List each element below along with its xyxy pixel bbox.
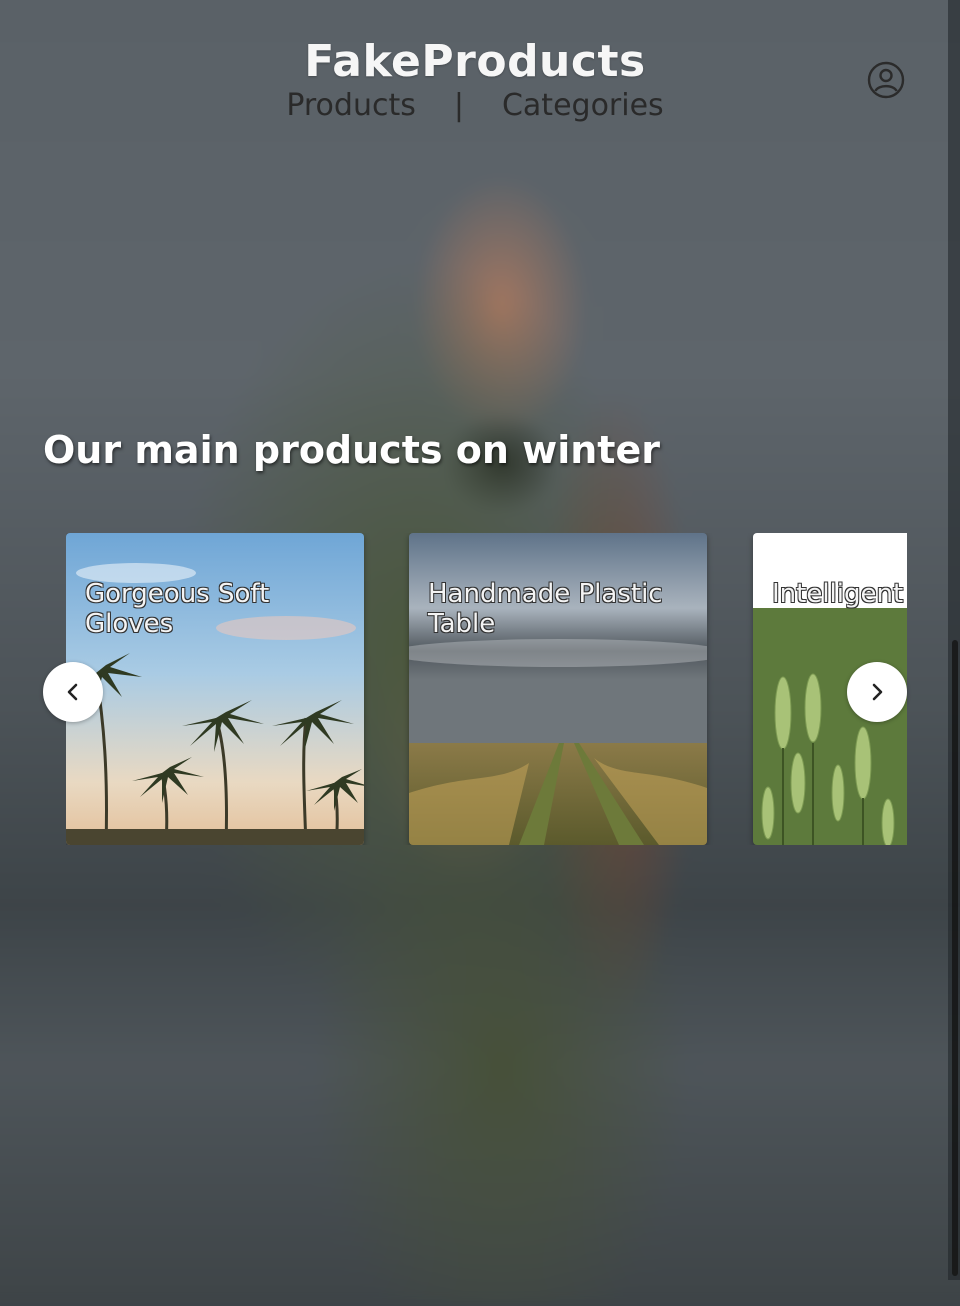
site-header: FakeProducts Products | Categories: [0, 0, 948, 140]
chevron-left-icon: [67, 683, 78, 701]
hero-title: Our main products on winter: [43, 428, 660, 472]
card-title: Intelligent Gloves: [772, 579, 907, 609]
card-title: Handmade Plastic Table: [428, 579, 663, 639]
page-scrollbar[interactable]: [948, 0, 960, 1280]
user-circle-icon[interactable]: [866, 60, 906, 100]
carousel-prev-button[interactable]: [43, 662, 103, 722]
scrollbar-thumb[interactable]: [952, 640, 958, 1276]
nav-link-categories[interactable]: Categories: [502, 88, 664, 123]
carousel-next-button[interactable]: [847, 662, 907, 722]
chevron-right-icon: [872, 683, 883, 701]
card-title: Gorgeous Soft Gloves: [85, 579, 270, 639]
brand-logo-text[interactable]: FakeProducts: [0, 36, 950, 87]
nav-separator: |: [453, 88, 464, 123]
product-carousel: Gorgeous Soft Gloves Handmade Plastic Ta…: [66, 533, 907, 845]
nav-link-products[interactable]: Products: [286, 88, 416, 123]
product-card[interactable]: Gorgeous Soft Gloves: [66, 533, 364, 845]
product-card[interactable]: Handmade Plastic Table: [409, 533, 707, 845]
main-nav: Products | Categories: [0, 88, 950, 123]
